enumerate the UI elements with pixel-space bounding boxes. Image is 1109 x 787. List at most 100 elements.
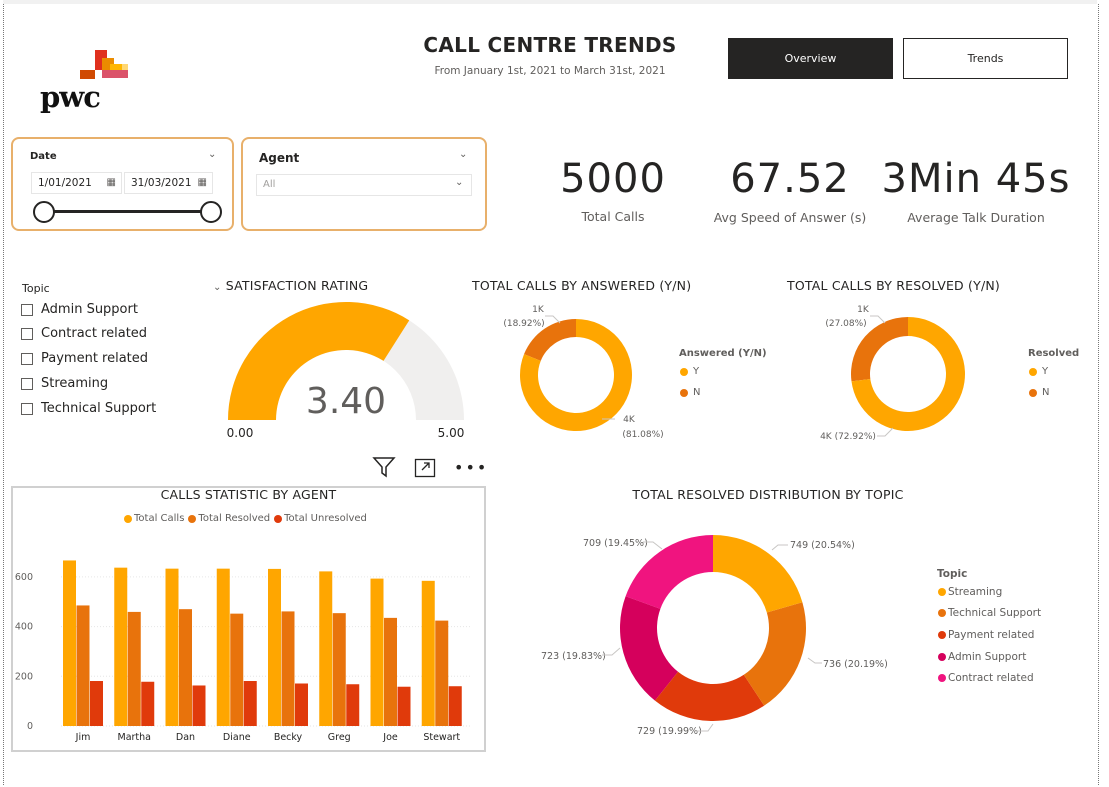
calendar-icon[interactable]: ▦ (198, 177, 207, 188)
chevron-down-icon[interactable]: ⌄ (208, 149, 216, 160)
chevron-down-icon[interactable]: ⌄ (455, 177, 463, 188)
checkbox-icon[interactable] (21, 377, 33, 390)
answered-donut-chart: 1K (18.92%) 4K (81.08%) (503, 305, 663, 440)
agent-bar-chart-title: CALLS STATISTIC BY AGENT (160, 487, 337, 502)
topic-label: Contract related (41, 326, 148, 341)
start-date-handle[interactable] (33, 201, 55, 223)
bar-greg-total-resolved[interactable] (332, 613, 346, 726)
legend-dot (938, 674, 946, 682)
legend-dot (680, 367, 688, 376)
bar-diane-total-unresolved[interactable] (243, 681, 257, 726)
more-options-icon[interactable]: ••• (454, 458, 488, 477)
bar-diane-total-calls[interactable] (216, 568, 230, 726)
topic-legend-admin[interactable]: Admin Support (938, 651, 1026, 663)
bar-stewart-total-calls[interactable] (421, 580, 435, 726)
resolved-y-leader (877, 427, 894, 437)
topic-label: Payment related (41, 351, 149, 366)
resolved-n-pct: (27.08%) (825, 319, 866, 329)
topic-checkbox-contract-related[interactable]: Contract related (21, 326, 147, 341)
y-tick-label: 400 (15, 622, 33, 633)
end-date-handle[interactable] (200, 201, 222, 223)
calendar-icon[interactable]: ▦ (107, 177, 116, 188)
topic-checkbox-streaming[interactable]: Streaming (21, 376, 108, 391)
agent-slicer[interactable]: Agent ⌄ All ⌄ (241, 137, 487, 231)
checkbox-icon[interactable] (21, 303, 33, 316)
trends-button[interactable]: Trends (903, 38, 1068, 79)
x-tick-label: Becky (274, 732, 303, 743)
checkbox-icon[interactable] (21, 327, 33, 340)
focus-mode-icon[interactable] (414, 458, 436, 482)
topic-donut-chart: 709 (19.45%) 749 (20.54%) 736 (20.19%) 7… (541, 535, 888, 737)
x-tick-label: Martha (118, 732, 152, 743)
bar-martha-total-unresolved[interactable] (141, 681, 155, 726)
bar-martha-total-resolved[interactable] (127, 611, 141, 726)
resolved-legend-n[interactable]: N (1029, 387, 1049, 398)
satisfaction-gauge: 3.40 0.00 5.00 (227, 302, 464, 440)
gauge-min-label: 0.00 (227, 426, 254, 440)
legend-label: N (693, 387, 701, 398)
bar-greg-total-calls[interactable] (319, 571, 333, 726)
legend-total-unresolved[interactable]: Total Unresolved (274, 513, 367, 524)
topic-slice-streaming[interactable] (713, 535, 803, 613)
answered-legend-n[interactable]: N (680, 387, 700, 398)
resolved-donut-chart: 1K (27.08%) 4K (72.92%) (820, 305, 965, 442)
topic-checkbox-admin-support[interactable]: Admin Support (21, 302, 138, 317)
answered-legend-title: Answered (Y/N) (679, 348, 767, 359)
x-tick-label: Dan (176, 732, 195, 743)
end-date-input[interactable]: 31/03/2021 ▦ (124, 172, 213, 194)
bar-martha-total-calls[interactable] (114, 567, 128, 726)
answered-legend-y[interactable]: Y (680, 366, 699, 377)
start-date-input[interactable]: 1/01/2021 ▦ (31, 172, 122, 194)
bar-jim-total-unresolved[interactable] (90, 681, 103, 726)
x-tick-label: Greg (328, 732, 351, 743)
bar-becky-total-resolved[interactable] (281, 611, 295, 726)
bar-dan-total-unresolved[interactable] (192, 685, 206, 726)
answered-n-pct: (18.92%) (503, 319, 544, 329)
satisfaction-title-text: SATISFACTION RATING (225, 278, 369, 293)
topic-label: Technical Support (41, 401, 157, 416)
topic-filter-label: Topic (22, 282, 50, 295)
bar-diane-total-resolved[interactable] (230, 613, 244, 726)
bar-joe-total-unresolved[interactable] (397, 686, 411, 726)
chevron-down-icon[interactable]: ⌄ (213, 282, 222, 293)
bar-jim-total-resolved[interactable] (76, 605, 90, 726)
bar-dan-total-calls[interactable] (165, 568, 179, 726)
resolved-n-leader (870, 315, 886, 324)
bar-joe-total-calls[interactable] (370, 578, 384, 726)
topic-checkbox-payment-related[interactable]: Payment related (21, 351, 148, 366)
topic-legend-payment[interactable]: Payment related (938, 629, 1034, 641)
bar-stewart-total-resolved[interactable] (435, 620, 449, 726)
legend-label: Contract related (948, 672, 1034, 684)
bar-dan-total-resolved[interactable] (179, 609, 192, 726)
topic-label-contract: 709 (19.45%) (583, 538, 648, 549)
satisfaction-chart-title: ⌄ SATISFACTION RATING (213, 278, 368, 293)
date-slicer[interactable]: Date ⌄ 1/01/2021 ▦ 31/03/2021 ▦ (11, 137, 234, 231)
topic-legend-contract[interactable]: Contract related (938, 672, 1034, 684)
checkbox-icon[interactable] (21, 402, 33, 415)
bar-stewart-total-unresolved[interactable] (448, 686, 462, 726)
bar-jim-total-calls[interactable] (63, 560, 76, 726)
chevron-down-icon[interactable]: ⌄ (459, 149, 467, 160)
bar-joe-total-resolved[interactable] (384, 617, 397, 726)
x-tick-label: Diane (223, 732, 251, 743)
topic-checkbox-technical-support[interactable]: Technical Support (21, 401, 156, 416)
filter-icon[interactable] (372, 456, 396, 483)
overview-button[interactable]: Overview (728, 38, 893, 79)
legend-total-calls[interactable]: Total Calls (124, 513, 184, 524)
legend-label: Total Resolved (198, 513, 271, 524)
topic-label-payment: 729 (19.99%) (637, 726, 702, 737)
x-tick-label: Jim (75, 732, 91, 743)
legend-dot (938, 631, 946, 639)
topic-label: Streaming (41, 376, 109, 391)
resolved-legend-y[interactable]: Y (1029, 366, 1048, 377)
bar-becky-total-calls[interactable] (268, 568, 281, 726)
agent-dropdown-value: All (263, 179, 276, 190)
checkbox-icon[interactable] (21, 352, 33, 365)
agent-dropdown[interactable]: All ⌄ (256, 174, 472, 196)
legend-total-resolved[interactable]: Total Resolved (188, 513, 270, 524)
bar-greg-total-unresolved[interactable] (346, 684, 360, 726)
topic-legend-streaming[interactable]: Streaming (938, 586, 1002, 598)
bar-becky-total-unresolved[interactable] (295, 683, 308, 726)
topic-label-admin: 723 (19.83%) (541, 651, 606, 662)
topic-legend-technical[interactable]: Technical Support (938, 607, 1041, 619)
